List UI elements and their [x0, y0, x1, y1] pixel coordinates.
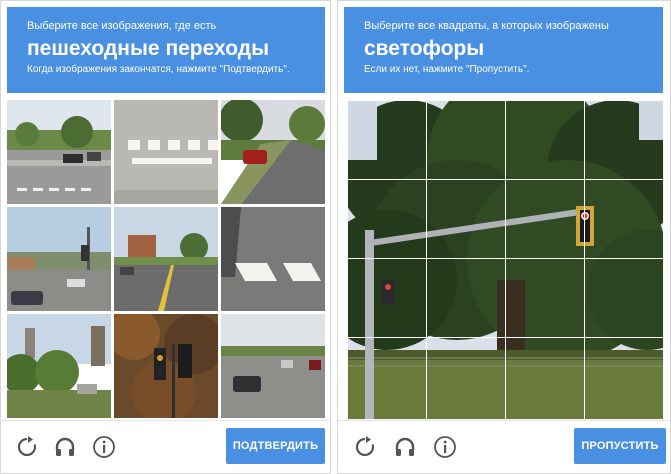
grid-cell[interactable] — [584, 100, 664, 180]
header-instruction: Когда изображения закончатся, нажмите "П… — [27, 64, 290, 75]
image-tile[interactable] — [221, 314, 325, 418]
image-tile[interactable] — [7, 314, 111, 418]
header-target: пешеходные переходы — [27, 37, 270, 60]
grid-cell[interactable] — [426, 179, 506, 259]
image-tile[interactable] — [221, 207, 325, 311]
toolbar: ПРОПУСТИТЬ — [338, 420, 670, 473]
info-icon[interactable] — [92, 435, 116, 459]
tile-image — [114, 207, 218, 311]
tile-image — [7, 100, 111, 204]
header-instruction: Если их нет, нажмите "Пропустить". — [364, 64, 530, 75]
image-tile[interactable] — [7, 207, 111, 311]
image-tile[interactable] — [114, 207, 218, 311]
image-tile[interactable] — [7, 100, 111, 204]
tile-image — [221, 100, 325, 204]
tile-image — [7, 314, 111, 418]
image-tile[interactable] — [114, 314, 218, 418]
grid-cell[interactable] — [347, 179, 427, 259]
grid-cell[interactable] — [426, 337, 506, 420]
captcha-panel-traffic-lights: Выберите все квадраты, в которых изображ… — [337, 0, 671, 474]
image-tile[interactable] — [221, 100, 325, 204]
grid-cell[interactable] — [505, 258, 585, 338]
reload-icon[interactable] — [15, 435, 39, 459]
grid-cell[interactable] — [584, 258, 664, 338]
headphones-icon[interactable] — [53, 435, 77, 459]
reload-icon[interactable] — [353, 435, 377, 459]
header-target: светофоры — [364, 37, 485, 60]
toolbar: ПОДТВЕРДИТЬ — [1, 420, 330, 473]
grid-cell[interactable] — [347, 258, 427, 338]
tile-image — [114, 314, 218, 418]
grid-cell[interactable] — [426, 258, 506, 338]
tile-image — [7, 207, 111, 311]
challenge-header: Выберите все квадраты, в которых изображ… — [344, 7, 663, 93]
headphones-icon[interactable] — [393, 435, 417, 459]
grid-cell[interactable] — [584, 179, 664, 259]
tile-image — [221, 314, 325, 418]
grid-cell[interactable] — [505, 100, 585, 180]
grid-cell[interactable] — [505, 337, 585, 420]
skip-button[interactable]: ПРОПУСТИТЬ — [574, 428, 666, 464]
info-icon[interactable] — [433, 435, 457, 459]
grid-cell[interactable] — [347, 100, 427, 180]
tile-image — [114, 100, 218, 204]
verify-button[interactable]: ПОДТВЕРДИТЬ — [226, 428, 325, 464]
challenge-image — [347, 100, 664, 420]
captcha-panel-crosswalks: Выберите все изображения, где есть пешех… — [0, 0, 331, 474]
challenge-header: Выберите все изображения, где есть пешех… — [7, 7, 325, 93]
grid-cell[interactable] — [505, 179, 585, 259]
grid-cell[interactable] — [426, 100, 506, 180]
header-prompt: Выберите все изображения, где есть — [27, 20, 217, 32]
grid-cell[interactable] — [347, 337, 427, 420]
header-prompt: Выберите все квадраты, в которых изображ… — [364, 20, 609, 32]
image-tile[interactable] — [114, 100, 218, 204]
tile-image — [221, 207, 325, 311]
grid-cell[interactable] — [584, 337, 664, 420]
